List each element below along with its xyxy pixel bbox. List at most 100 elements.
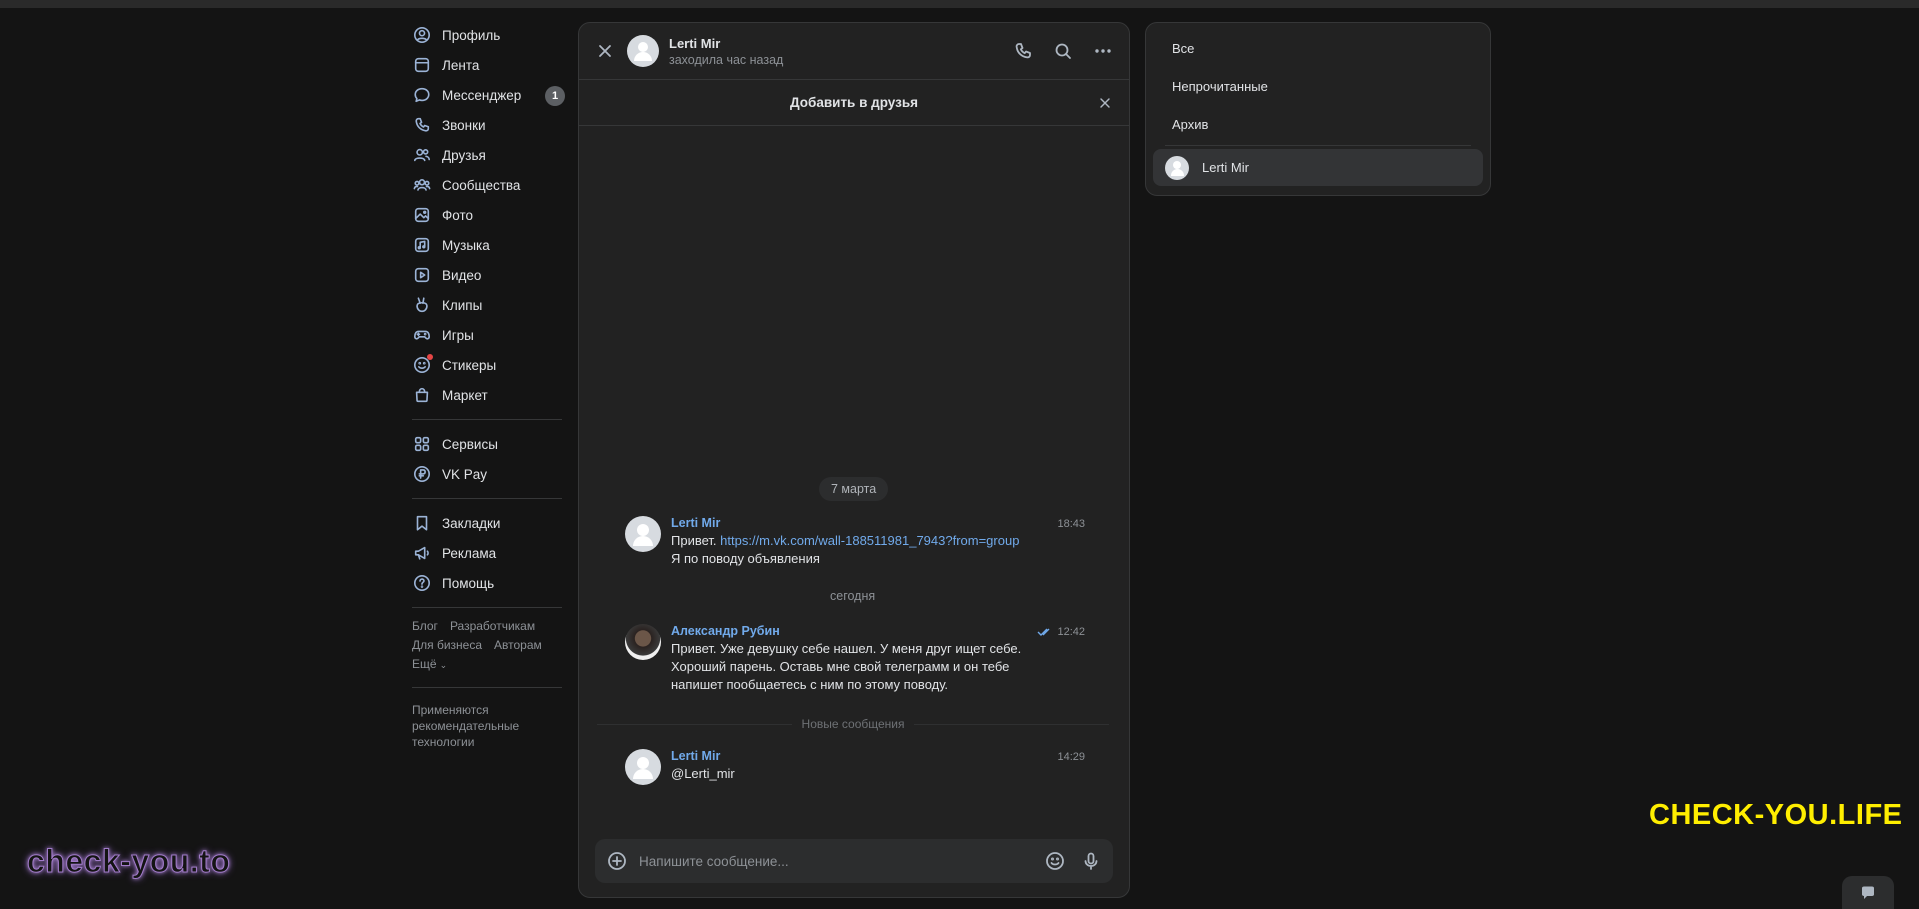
chat-header: Lerti Mir заходила час назад bbox=[579, 23, 1129, 80]
read-checkmarks-icon bbox=[1037, 628, 1050, 636]
sender-name[interactable]: Lerti Mir bbox=[671, 516, 1085, 530]
message-time-wrap: 12:42 bbox=[1037, 626, 1085, 638]
date-separator: сегодня bbox=[830, 589, 876, 603]
nav-item-profile[interactable]: Профиль bbox=[412, 20, 572, 50]
help-icon bbox=[412, 573, 432, 593]
contact-name: Lerti Mir bbox=[669, 35, 721, 51]
stickers-icon bbox=[412, 354, 433, 375]
message-link[interactable]: https://m.vk.com/wall-188511981_7943?fro… bbox=[720, 533, 1019, 548]
search-icon[interactable] bbox=[1049, 37, 1077, 65]
close-icon[interactable] bbox=[1091, 89, 1119, 117]
footer-more-button[interactable]: Ещё ⌄ bbox=[412, 655, 572, 675]
nav-item-market[interactable]: Маркет bbox=[412, 380, 572, 410]
left-navigation: Профиль Лента Мессенджер 1 Звонки Друзья Сообщ… bbox=[412, 20, 572, 750]
more-icon[interactable] bbox=[1089, 37, 1117, 65]
nav-item-services[interactable]: Сервисы bbox=[412, 429, 572, 459]
filter-all[interactable]: Все bbox=[1153, 29, 1483, 67]
message-text: @Lerti_mir bbox=[671, 766, 735, 781]
chat-avatar bbox=[1165, 155, 1189, 180]
nav-item-bookmarks[interactable]: Закладки bbox=[412, 508, 572, 538]
sender-name[interactable]: Lerti Mir bbox=[671, 749, 1085, 763]
message-text: Привет. https://m.vk.com/wall-188511981_… bbox=[671, 532, 1085, 550]
footer-link-business[interactable]: Для бизнеса bbox=[412, 638, 482, 652]
ads-icon bbox=[412, 543, 432, 563]
nav-item-label: Игры bbox=[442, 327, 474, 343]
footer-link-blog[interactable]: Блог bbox=[412, 619, 438, 633]
call-icon[interactable] bbox=[1009, 37, 1037, 65]
message-composer bbox=[595, 839, 1113, 883]
chevron-down-icon: ⌄ bbox=[439, 660, 448, 670]
contact-avatar[interactable] bbox=[627, 35, 659, 67]
filter-archive[interactable]: Архив bbox=[1153, 105, 1483, 143]
nav-item-photo[interactable]: Фото bbox=[412, 200, 572, 230]
active-chat-item[interactable]: Lerti Mir bbox=[1153, 149, 1483, 186]
vkpay-icon bbox=[412, 464, 432, 484]
watermark-left: check-you.to bbox=[26, 843, 231, 880]
nav-item-phone[interactable]: Звонки bbox=[412, 110, 572, 140]
nav-item-ads[interactable]: Реклама bbox=[412, 538, 572, 568]
attach-plus-icon[interactable] bbox=[603, 847, 631, 875]
add-friend-button[interactable]: Добавить в друзья bbox=[790, 95, 918, 110]
unread-count-badge: 1 bbox=[545, 86, 565, 106]
filter-unread[interactable]: Непрочитанные bbox=[1153, 67, 1483, 105]
nav-item-label: Сообщества bbox=[442, 177, 521, 193]
message-time: 14:29 bbox=[1057, 751, 1085, 763]
message-text: Привет. Уже девушку себе нашел. У меня д… bbox=[671, 641, 1022, 692]
nav-item-label: Закладки bbox=[442, 515, 501, 531]
nav-item-games[interactable]: Игры bbox=[412, 320, 572, 350]
contact-status: заходила час назад bbox=[669, 52, 784, 67]
sender-name[interactable]: Александр Рубин bbox=[671, 624, 1085, 638]
communities-icon bbox=[412, 175, 432, 195]
nav-item-video[interactable]: Видео bbox=[412, 260, 572, 290]
nav-item-communities[interactable]: Сообщества bbox=[412, 170, 572, 200]
nav-item-label: Видео bbox=[442, 267, 482, 283]
nav-item-label: Стикеры bbox=[442, 357, 497, 373]
photo-icon bbox=[412, 205, 432, 225]
nav-item-help[interactable]: Помощь bbox=[412, 568, 572, 598]
nav-item-label: Друзья bbox=[442, 147, 486, 163]
message-input[interactable] bbox=[639, 853, 1041, 869]
microphone-icon[interactable] bbox=[1077, 847, 1105, 875]
nav-item-stickers[interactable]: Стикеры bbox=[412, 350, 572, 380]
nav-divider bbox=[412, 687, 562, 688]
filter-divider bbox=[1165, 145, 1471, 146]
clips-icon bbox=[412, 295, 432, 315]
games-icon bbox=[412, 325, 432, 345]
nav-item-music[interactable]: Музыка bbox=[412, 230, 572, 260]
market-icon bbox=[412, 385, 432, 405]
date-separator: 7 марта bbox=[819, 477, 889, 501]
message-text: Я по поводу объявления bbox=[671, 551, 820, 566]
nav-item-label: Клипы bbox=[442, 297, 483, 313]
feed-icon bbox=[412, 55, 432, 75]
nav-item-vkpay[interactable]: VK Pay bbox=[412, 459, 572, 489]
footer-link-developers[interactable]: Разработчикам bbox=[450, 619, 535, 633]
nav-item-label: Мессенджер bbox=[442, 87, 522, 103]
video-icon bbox=[412, 265, 432, 285]
recommendation-notice[interactable]: Применяются рекомендательные технологии bbox=[412, 702, 532, 750]
active-chat-name: Lerti Mir bbox=[1202, 160, 1249, 175]
nav-item-friends[interactable]: Друзья bbox=[412, 140, 572, 170]
chat-filters-panel: Все Непрочитанные Архив Lerti Mir bbox=[1145, 22, 1491, 196]
chat-bubble-button[interactable] bbox=[1842, 876, 1894, 909]
nav-item-label: Помощь bbox=[442, 575, 495, 591]
nav-item-clips[interactable]: Клипы bbox=[412, 290, 572, 320]
footer-link-authors[interactable]: Авторам bbox=[494, 638, 542, 652]
nav-item-feed[interactable]: Лента bbox=[412, 50, 572, 80]
emoji-icon[interactable] bbox=[1041, 847, 1069, 875]
nav-item-label: Сервисы bbox=[442, 436, 498, 452]
add-friend-bar: Добавить в друзья bbox=[579, 80, 1129, 126]
contact-info[interactable]: Lerti Mir заходила час назад bbox=[669, 36, 1009, 67]
messenger-icon bbox=[412, 85, 432, 105]
nav-item-label: Маркет bbox=[442, 387, 488, 403]
sender-avatar[interactable] bbox=[625, 624, 661, 660]
nav-divider bbox=[412, 607, 562, 608]
nav-item-messenger[interactable]: Мессенджер 1 bbox=[412, 80, 572, 110]
nav-divider bbox=[412, 419, 562, 420]
close-icon[interactable] bbox=[591, 37, 619, 65]
message-item: Александр Рубин 12:42 Привет. Уже девушк… bbox=[625, 624, 1085, 694]
message-text-prefix: Привет. bbox=[671, 533, 721, 548]
sender-avatar[interactable] bbox=[625, 749, 661, 785]
bookmarks-icon bbox=[412, 513, 432, 533]
sender-avatar[interactable] bbox=[625, 516, 661, 552]
chat-window: Lerti Mir заходила час назад Добавить в … bbox=[578, 22, 1130, 898]
